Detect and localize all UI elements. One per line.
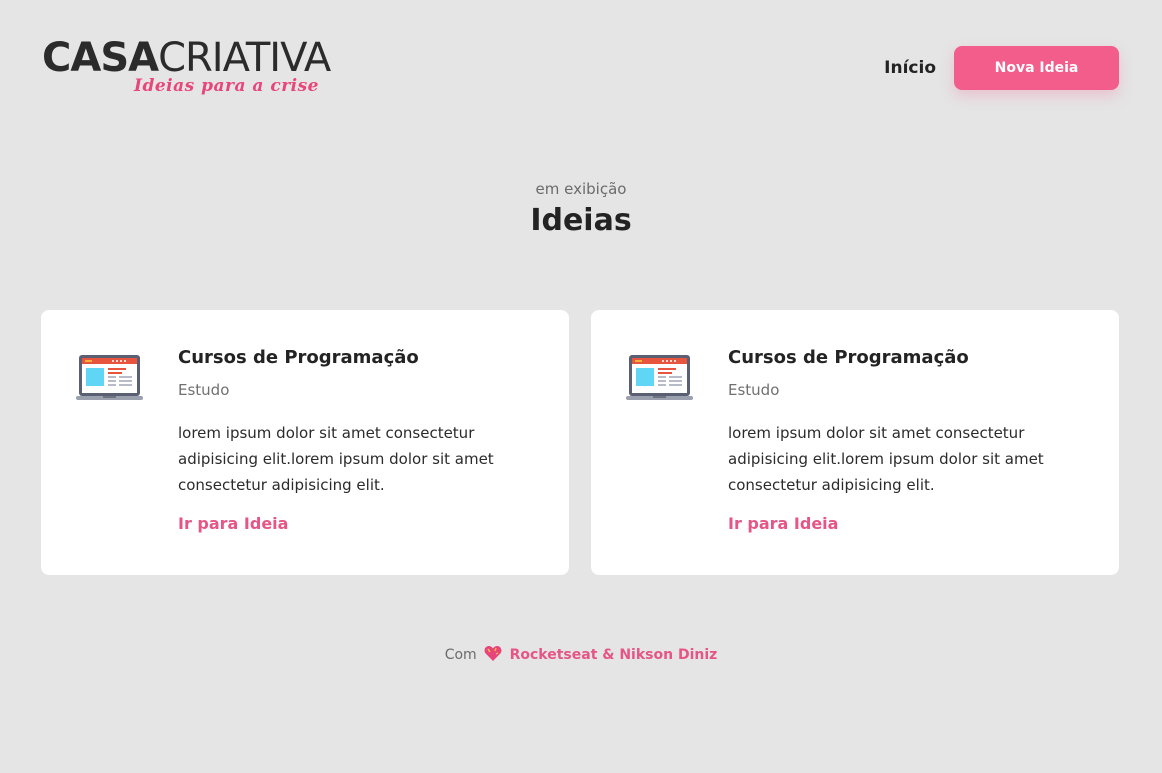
main-nav: Início Nova Ideia [884,46,1119,90]
idea-description: lorem ipsum dolor sit amet consectetur a… [178,424,494,494]
page-title: Ideias [530,203,632,238]
idea-description: lorem ipsum dolor sit amet consectetur a… [728,424,1044,494]
idea-card: Cursos de Programação Estudo lorem ipsum… [41,310,569,575]
idea-link[interactable]: Ir para Ideia [728,514,838,533]
new-idea-button[interactable]: Nova Ideia [954,46,1119,90]
section-header: em exibição Ideias [0,178,1162,242]
logo-tagline: Ideias para a crise [134,76,319,96]
idea-card-body: Cursos de Programação Estudo lorem ipsum… [728,345,1098,533]
heart-icon [484,646,502,661]
idea-category: Estudo [728,381,780,399]
footer-credits[interactable]: Rocketseat & Nikson Diniz [510,647,718,663]
logo-part-criativa: CRIATIVA [158,35,331,81]
logo[interactable]: CASACRIATIVA Ideias para a crise [42,36,372,102]
logo-part-casa: CASA [42,35,159,81]
idea-card-body: Cursos de Programação Estudo lorem ipsum… [178,345,548,533]
laptop-icon [76,355,143,400]
section-eyebrow: em exibição [535,180,627,198]
laptop-icon [626,355,693,400]
idea-link[interactable]: Ir para Ideia [178,514,288,533]
idea-title: Cursos de Programação [728,347,969,368]
idea-card: Cursos de Programação Estudo lorem ipsum… [591,310,1119,575]
ideas-list: Cursos de Programação Estudo lorem ipsum… [41,310,1119,575]
footer: Com Rocketseat & Nikson Diniz [0,644,1162,666]
logo-wordmark: CASACRIATIVA [42,35,331,81]
idea-title: Cursos de Programação [178,347,419,368]
page: CASACRIATIVA Ideias para a crise Início … [0,0,1162,773]
idea-category: Estudo [178,381,230,399]
nav-link-home[interactable]: Início [884,58,936,78]
footer-prefix: Com [444,647,477,663]
